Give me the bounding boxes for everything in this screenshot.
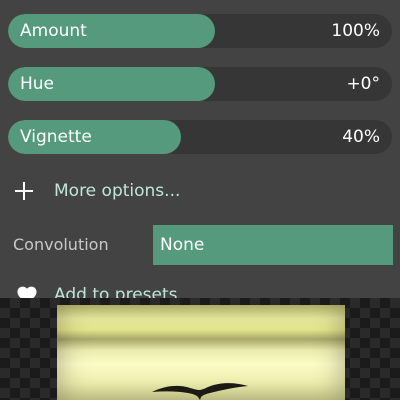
panel-top-edge (0, 0, 400, 6)
hue-label: Hue (20, 74, 55, 94)
add-to-presets-button[interactable]: Add to presets (16, 284, 178, 298)
vignette-slider[interactable]: Vignette 40% (8, 120, 392, 154)
more-options-label: More options... (54, 181, 181, 201)
plus-icon (14, 181, 34, 201)
vignette-label: Vignette (20, 127, 92, 147)
add-to-presets-label: Add to presets (54, 285, 178, 298)
convolution-dropdown[interactable]: None (153, 225, 393, 265)
hue-value: +0° (346, 74, 380, 94)
amount-value: 100% (331, 21, 380, 41)
convolution-label: Convolution (13, 235, 109, 254)
vignette-value: 40% (342, 127, 380, 147)
adjustments-panel: Amount 100% Hue +0° Vignette 40% More op… (0, 0, 400, 298)
app-window: Amount 100% Hue +0° Vignette 40% More op… (0, 0, 400, 400)
amount-label: Amount (20, 21, 87, 41)
more-options-button[interactable]: More options... (14, 176, 180, 206)
convolution-selected-value: None (160, 235, 205, 255)
hue-slider[interactable]: Hue +0° (8, 67, 392, 101)
amount-slider[interactable]: Amount 100% (8, 14, 392, 48)
heart-icon (17, 286, 37, 298)
bird-silhouette (152, 383, 248, 400)
